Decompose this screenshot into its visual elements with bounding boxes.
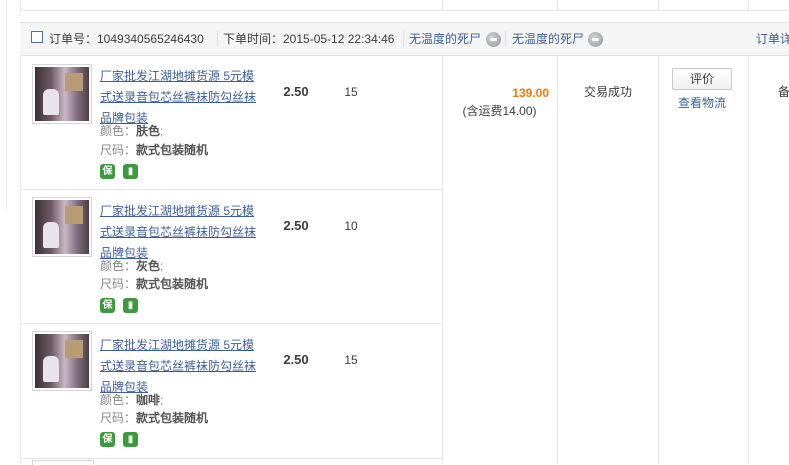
size-value: 款式包装随机	[136, 143, 209, 157]
guarantee-icon[interactable]: 保	[100, 164, 115, 179]
color-value: 灰色	[136, 259, 161, 273]
divider	[748, 0, 749, 10]
rate-button[interactable]: 评价	[672, 68, 732, 90]
size-label: 尺码：	[100, 277, 137, 291]
view-logistics-link[interactable]: 查看物流	[678, 95, 726, 111]
order-number: 1049340565246430	[97, 32, 204, 46]
size-label: 尺码：	[100, 411, 137, 425]
order-header: 订单号： 1049340565246430 下单时间： 2015-05-12 2…	[20, 22, 789, 56]
divider	[20, 10, 789, 11]
divider	[20, 458, 442, 459]
order-detail-link[interactable]: 订单详	[756, 31, 789, 47]
product-image	[35, 334, 89, 388]
guarantee-icon[interactable]: 保	[100, 432, 115, 447]
product-size: 尺码：款式包装随机	[100, 140, 208, 160]
next-order-thumbnail-edge	[32, 460, 94, 465]
divider	[557, 0, 558, 10]
divider	[442, 0, 443, 10]
quantity: 10	[344, 219, 358, 233]
order-total: 139.00 (含运费14.00)	[442, 84, 557, 120]
product-title-link[interactable]: 厂家批发江湖地摊货源 5元模式送录音包芯丝裤袜防勾丝袜品牌包装	[100, 201, 265, 264]
unit-price: 2.50	[283, 352, 309, 367]
total-amount: 139.00	[512, 86, 549, 100]
order-time-label: 下单时间：	[223, 32, 284, 46]
size-value: 款式包装随机	[136, 411, 209, 425]
divider	[20, 323, 442, 324]
color-label: 颜色：	[100, 124, 137, 138]
size-value: 款式包装随机	[136, 277, 209, 291]
trade-status: 交易成功	[583, 85, 632, 99]
seller-shop-link[interactable]: 无温度的死尸	[512, 31, 584, 47]
product-color: 颜色：灰色;	[100, 259, 164, 273]
product-thumbnail[interactable]	[32, 197, 92, 257]
delivery-truck-icon[interactable]: ▮	[123, 298, 138, 313]
divider	[658, 55, 659, 464]
divider	[20, 0, 21, 10]
divider	[557, 55, 558, 464]
product-size: 尺码：款式包装随机	[100, 274, 208, 294]
product-size: 尺码：款式包装随机	[100, 408, 208, 428]
product-image	[35, 200, 89, 254]
divider	[658, 0, 659, 10]
color-label: 颜色：	[100, 393, 137, 407]
quantity: 15	[344, 353, 358, 367]
remark-link[interactable]: 备	[778, 84, 789, 100]
size-label: 尺码：	[100, 143, 137, 157]
wangwang-chat-icon[interactable]	[588, 32, 603, 47]
divider	[6, 0, 7, 210]
divider	[748, 55, 749, 464]
quantity: 15	[344, 85, 358, 99]
delivery-truck-icon[interactable]: ▮	[123, 432, 138, 447]
order-number-label: 订单号：	[49, 32, 98, 46]
product-color: 颜色：肤色;	[100, 124, 164, 138]
divider	[217, 31, 218, 47]
product-thumbnail[interactable]	[32, 64, 92, 124]
unit-price: 2.50	[283, 218, 309, 233]
unit-price: 2.50	[283, 84, 309, 99]
divider	[20, 55, 21, 464]
divider	[20, 189, 442, 190]
product-image	[35, 67, 89, 121]
order-time: 2015-05-12 22:34:46	[283, 32, 395, 46]
wangwang-chat-icon[interactable]	[486, 32, 501, 47]
guarantee-icon[interactable]: 保	[100, 298, 115, 313]
color-value: 咖啡	[136, 393, 161, 407]
product-title-link[interactable]: 厂家批发江湖地摊货源 5元模式送录音包芯丝裤袜防勾丝袜品牌包装	[100, 335, 265, 398]
delivery-truck-icon[interactable]: ▮	[123, 164, 138, 179]
product-title-link[interactable]: 厂家批发江湖地摊货源 5元模式送录音包芯丝裤袜防勾丝袜品牌包装	[100, 66, 265, 129]
seller-name-link[interactable]: 无温度的死尸	[409, 31, 481, 47]
order-checkbox[interactable]	[31, 31, 43, 43]
product-thumbnail[interactable]	[32, 331, 92, 391]
color-label: 颜色：	[100, 259, 137, 273]
color-value: 肤色	[136, 124, 161, 138]
shipping-fee: (含运费14.00)	[462, 104, 537, 118]
divider	[403, 31, 404, 47]
product-color: 颜色：咖啡;	[100, 393, 164, 407]
divider	[505, 31, 506, 47]
